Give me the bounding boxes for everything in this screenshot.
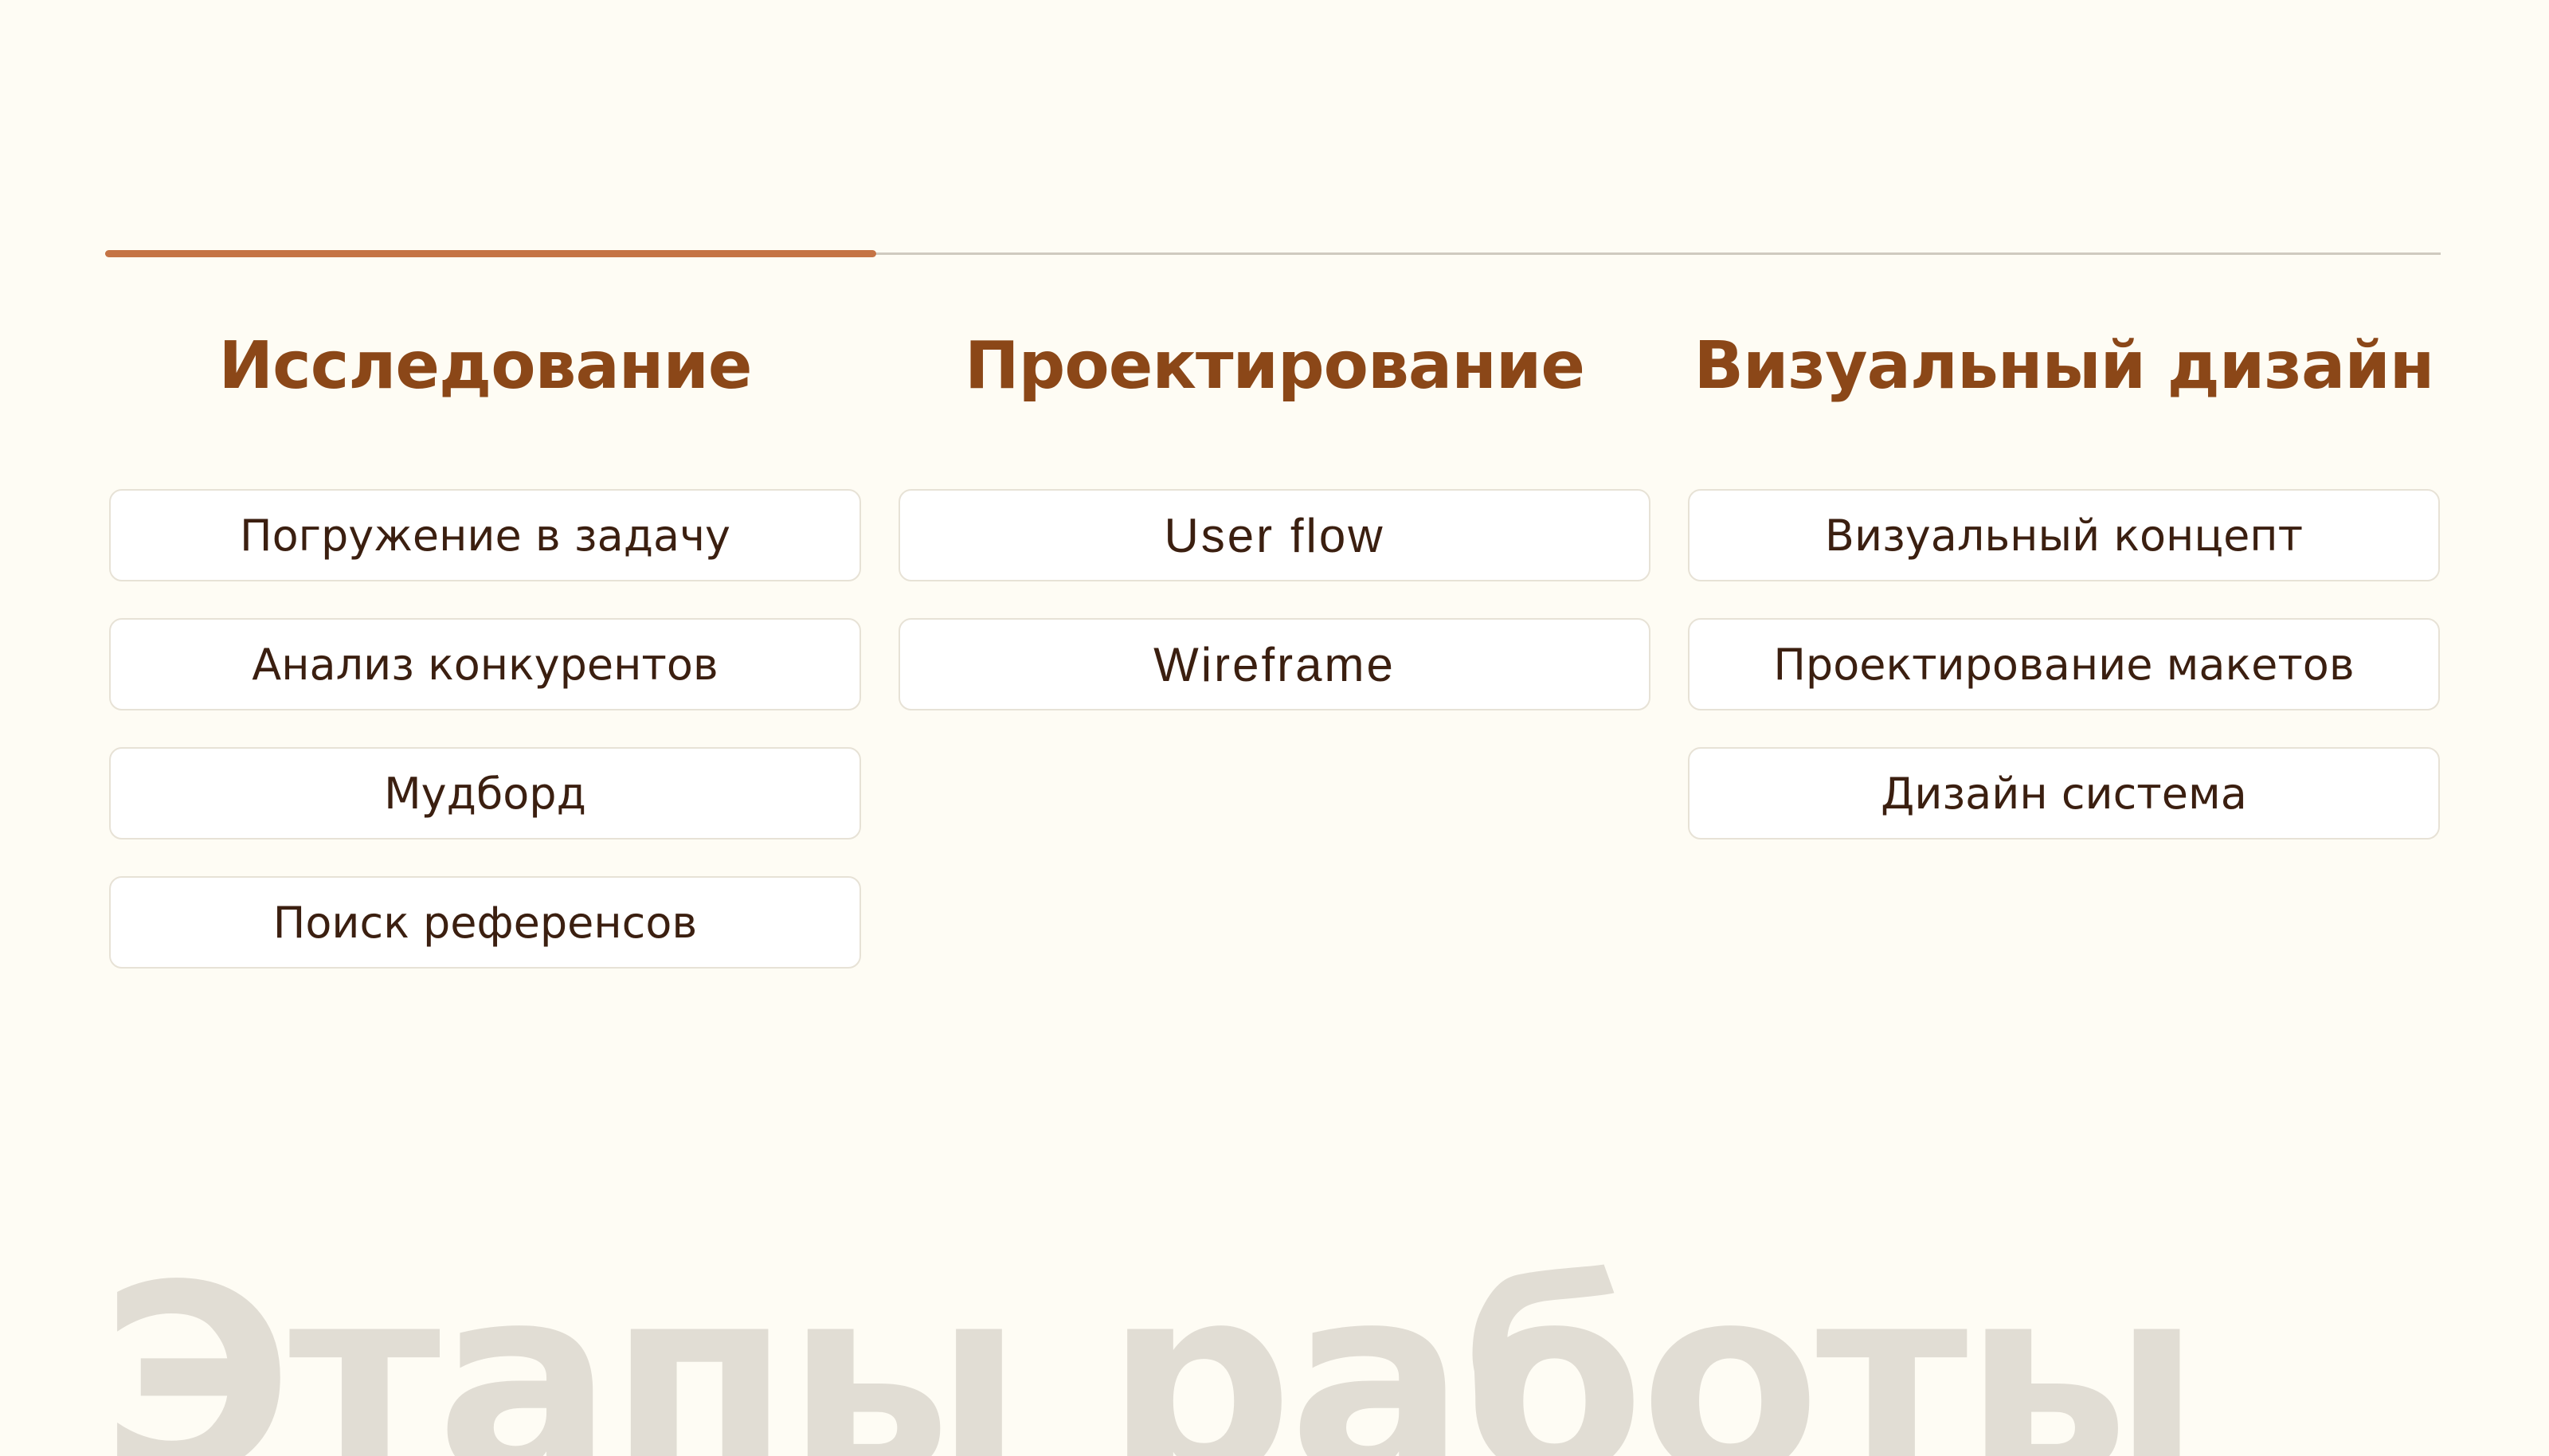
step-card: Дизайн система xyxy=(1688,747,2440,840)
stage-title-design: Проектирование xyxy=(965,328,1585,404)
stage-column-research: Исследование Погружение в задачу Анализ … xyxy=(109,319,861,1005)
step-card: Визуальный концепт xyxy=(1688,489,2440,581)
progress-fill xyxy=(105,250,876,257)
watermark-title: Этапы работы xyxy=(100,1229,2201,1456)
stage-title-visual: Визуальный дизайн xyxy=(1693,328,2435,404)
stage-column-design: Проектирование User flow Wireframe xyxy=(899,319,1650,747)
step-card: Мудборд xyxy=(109,747,861,840)
step-card: Погружение в задачу xyxy=(109,489,861,581)
stage-column-visual: Визуальный дизайн Визуальный концепт Про… xyxy=(1688,319,2440,876)
step-card: Wireframe xyxy=(899,618,1650,710)
stage-title-research: Исследование xyxy=(218,328,752,404)
step-card: Проектирование макетов xyxy=(1688,618,2440,710)
progress-track xyxy=(105,250,2441,257)
step-card: Поиск референсов xyxy=(109,876,861,969)
step-card: User flow xyxy=(899,489,1650,581)
slide: Исследование Погружение в задачу Анализ … xyxy=(0,0,2549,1456)
step-card: Анализ конкурентов xyxy=(109,618,861,710)
